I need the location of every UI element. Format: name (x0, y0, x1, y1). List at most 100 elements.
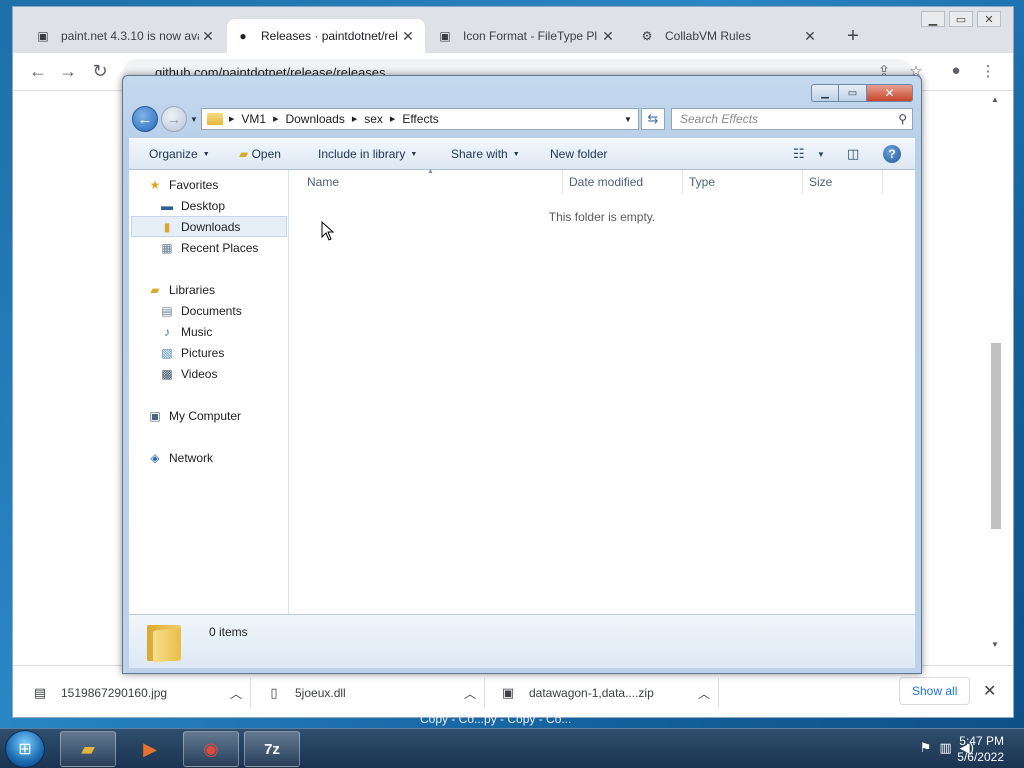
download-name: 1519867290160.jpg (61, 686, 168, 700)
forward-button[interactable]: → (161, 106, 187, 132)
include-label: Include in library (318, 147, 406, 161)
nav-documents[interactable]: ▤ Documents (159, 300, 241, 321)
action-center-icon[interactable]: ⚑ (920, 740, 932, 756)
breadcrumb-arrow-icon[interactable]: ▶ (229, 115, 234, 123)
tab-releases[interactable]: ● Releases · paintdotnet/rel ✕ (227, 19, 425, 53)
forward-arrow-icon[interactable]: → (57, 61, 79, 82)
nav-libraries[interactable]: ▰ Libraries (147, 279, 215, 300)
nav-label: Downloads (181, 219, 241, 234)
folder-open-icon: ▰ (239, 147, 249, 161)
nav-recent-places[interactable]: ▦ Recent Places (159, 237, 258, 258)
details-pane: 0 items (129, 614, 915, 668)
explorer-taskbar-icon[interactable]: ▰ (60, 731, 116, 767)
profile-icon[interactable]: ● (945, 62, 967, 79)
breadcrumb-arrow-icon[interactable]: ▶ (273, 115, 278, 123)
column-type[interactable]: Type (683, 170, 803, 194)
chevron-up-icon[interactable]: ︿ (456, 685, 484, 702)
back-arrow-icon[interactable]: ← (27, 61, 49, 82)
chrome-icon[interactable]: ◉ (183, 731, 239, 767)
explorer-address-bar[interactable]: ▶ VM1 ▶ Downloads ▶ sex ▶ Effects ▼ (201, 108, 639, 130)
share-with-button[interactable]: Share with ▼ (451, 147, 520, 161)
minimize-button[interactable]: ▁ (921, 11, 945, 27)
nav-my-computer[interactable]: ▣ My Computer (147, 405, 241, 426)
column-label: Type (689, 175, 716, 189)
network-tray-icon[interactable]: ▥ (939, 740, 951, 756)
folder-icon (147, 621, 181, 663)
clock[interactable]: 5:47 PM 5/6/2022 (957, 733, 1004, 765)
share-label: Share with (451, 147, 508, 161)
back-button[interactable]: ← (132, 106, 158, 132)
organize-button[interactable]: Organize ▼ (149, 147, 210, 161)
search-icon[interactable]: ⚲ (898, 109, 907, 129)
new-tab-button[interactable]: + (841, 25, 865, 48)
column-name[interactable]: Name (289, 170, 563, 194)
include-in-library-button[interactable]: Include in library ▼ (318, 147, 417, 161)
help-icon[interactable]: ? (883, 145, 901, 163)
chevron-down-icon: ▼ (512, 151, 520, 158)
open-button[interactable]: ▰ Open (239, 147, 281, 161)
close-icon[interactable]: ✕ (801, 28, 819, 45)
desktop-text: Copy - Co...py - Copy - Co... (420, 712, 572, 726)
download-item[interactable]: ▣ datawagon-1,data....zip ︿ (499, 678, 719, 708)
address-dropdown-icon[interactable]: ▼ (618, 115, 638, 124)
nav-label: Recent Places (181, 240, 259, 255)
show-all-button[interactable]: Show all (899, 677, 971, 705)
paintnet-icon: ▣ (439, 29, 451, 43)
nav-pictures[interactable]: ▧ Pictures (159, 342, 224, 363)
nav-music[interactable]: ♪ Music (159, 321, 212, 342)
menu-icon[interactable]: ⋮ (977, 62, 999, 80)
nav-downloads[interactable]: ▮ Downloads (131, 216, 287, 237)
close-icon[interactable]: ✕ (599, 28, 617, 45)
close-button[interactable]: ✕ (977, 11, 1001, 27)
chevron-up-icon[interactable]: ︿ (690, 685, 718, 702)
change-view-icon[interactable]: ☷ (793, 146, 805, 162)
tab-icon-format[interactable]: ▣ Icon Format - FileType Pl ✕ (429, 19, 625, 53)
breadcrumb-arrow-icon[interactable]: ▶ (390, 115, 395, 123)
download-item[interactable]: ▯ 5joeux.dll ︿ (265, 678, 485, 708)
nav-desktop[interactable]: ▬ Desktop (159, 195, 225, 216)
clock-date: 5/6/2022 (957, 750, 1004, 764)
breadcrumb-vm1[interactable]: VM1 (241, 112, 266, 126)
column-date-modified[interactable]: Date modified (563, 170, 683, 194)
breadcrumb-sex[interactable]: sex (364, 112, 383, 126)
tab-paintnet[interactable]: ▣ paint.net 4.3.10 is now ava ✕ (27, 19, 225, 53)
new-folder-button[interactable]: New folder (550, 147, 607, 161)
maximize-button[interactable]: ▭ (839, 84, 867, 102)
maximize-button[interactable]: ▭ (949, 11, 973, 27)
close-icon[interactable]: ✕ (199, 28, 217, 45)
column-size[interactable]: Size (803, 170, 883, 194)
minimize-button[interactable]: ▁ (811, 84, 839, 102)
organize-label: Organize (149, 147, 198, 161)
scroll-up-icon[interactable]: ▲ (991, 95, 999, 104)
nav-favorites[interactable]: ★ Favorites (147, 174, 219, 195)
column-label: Size (809, 175, 833, 189)
nav-network[interactable]: ◈ Network (147, 447, 213, 468)
page-scrollbar[interactable]: ▲ ▼ (989, 93, 1003, 651)
refresh-icon[interactable]: ⇆ (641, 108, 665, 130)
close-icon[interactable]: ✕ (399, 28, 417, 45)
breadcrumb-arrow-icon[interactable]: ▶ (352, 115, 357, 123)
7zip-icon[interactable]: 7z (244, 731, 300, 767)
recent-pages-dropdown-icon[interactable]: ▼ (190, 115, 198, 124)
media-player-icon[interactable]: ▶ (122, 731, 178, 767)
collabvm-icon: ⚙ (641, 29, 653, 43)
breadcrumb-effects[interactable]: Effects (402, 112, 438, 126)
nav-label: My Computer (169, 408, 242, 423)
chevron-up-icon[interactable]: ︿ (222, 685, 250, 702)
download-item[interactable]: ▤ 1519867290160.jpg ︿ (31, 678, 251, 708)
chevron-down-icon[interactable]: ▼ (817, 150, 825, 159)
start-button[interactable]: ⊞ (5, 730, 45, 768)
reload-icon[interactable]: ↻ (89, 61, 111, 82)
close-button[interactable]: ✕ (867, 84, 913, 102)
scroll-down-icon[interactable]: ▼ (991, 640, 999, 649)
preview-pane-icon[interactable]: ◫ (847, 146, 859, 162)
breadcrumb-downloads[interactable]: Downloads (285, 112, 344, 126)
nav-videos[interactable]: ▩ Videos (159, 363, 217, 384)
navigation-pane: ★ Favorites ▬ Desktop ▮ Downloads ▦ Recent P… (129, 170, 289, 614)
search-input[interactable]: Search Effects ⚲ (671, 108, 913, 130)
close-icon[interactable]: ✕ (983, 681, 996, 701)
tab-collabvm[interactable]: ⚙ CollabVM Rules ✕ (631, 19, 827, 53)
scroll-thumb[interactable] (991, 343, 1001, 529)
file-list[interactable]: Name ▲ Date modified Type Size This fold… (289, 168, 915, 614)
videos-icon: ▩ (161, 366, 173, 381)
